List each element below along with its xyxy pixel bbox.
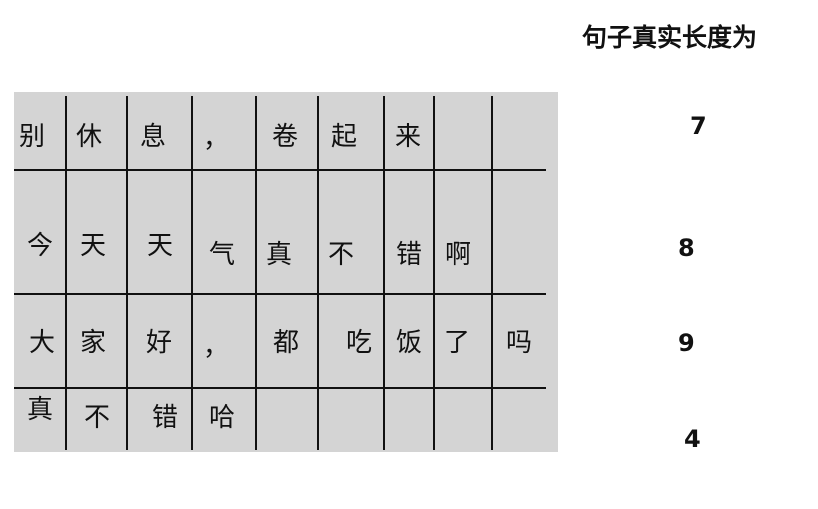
length-row-3: 9 bbox=[678, 329, 695, 357]
cell-r3-c4: ， bbox=[203, 332, 230, 362]
length-column-heading: 句子真实长度为 bbox=[582, 23, 758, 52]
cell-r4-c2: 不 bbox=[84, 403, 111, 433]
cell-r1-c6: 起 bbox=[331, 122, 358, 152]
cell-r4-c3: 错 bbox=[152, 403, 179, 433]
cell-r3-c2: 家 bbox=[80, 328, 107, 358]
cell-r2-c7: 错 bbox=[396, 240, 423, 270]
cell-r4-c4: 哈 bbox=[209, 403, 236, 433]
cell-r1-c1: 别 bbox=[19, 122, 46, 152]
cell-r3-c7: 饭 bbox=[396, 328, 423, 358]
cell-r1-c3: 息 bbox=[140, 122, 167, 152]
cell-r3-c5: 都 bbox=[273, 328, 300, 358]
cell-r1-c5: 卷 bbox=[272, 122, 299, 152]
cell-r2-c2: 天 bbox=[80, 231, 107, 261]
cell-r3-c9: 吗 bbox=[506, 328, 533, 358]
cell-r1-c4: ， bbox=[203, 124, 230, 154]
length-row-1: 7 bbox=[690, 112, 707, 140]
cell-r4-c1: 真 bbox=[27, 395, 54, 425]
cell-r2-c6: 不 bbox=[328, 240, 355, 270]
cell-r3-c3: 好 bbox=[146, 328, 173, 358]
cell-r3-c1: 大 bbox=[29, 328, 56, 358]
cell-r2-c5: 真 bbox=[266, 240, 293, 270]
length-row-4: 4 bbox=[684, 425, 701, 453]
cell-r2-c8: 啊 bbox=[445, 240, 472, 270]
cell-r1-c2: 休 bbox=[76, 122, 103, 152]
cell-r2-c3: 天 bbox=[147, 231, 174, 261]
cell-r2-c4: 气 bbox=[209, 240, 236, 270]
cell-r3-c6: 吃 bbox=[346, 328, 373, 358]
length-row-2: 8 bbox=[678, 234, 695, 262]
diagram-stage: 别 休 息 ， 卷 起 来 今 天 天 气 真 不 错 啊 大 家 好 ， 都 … bbox=[0, 0, 818, 509]
cell-r2-c1: 今 bbox=[27, 231, 54, 261]
cell-r1-c7: 来 bbox=[395, 122, 422, 152]
cell-r3-c8: 了 bbox=[444, 328, 471, 358]
